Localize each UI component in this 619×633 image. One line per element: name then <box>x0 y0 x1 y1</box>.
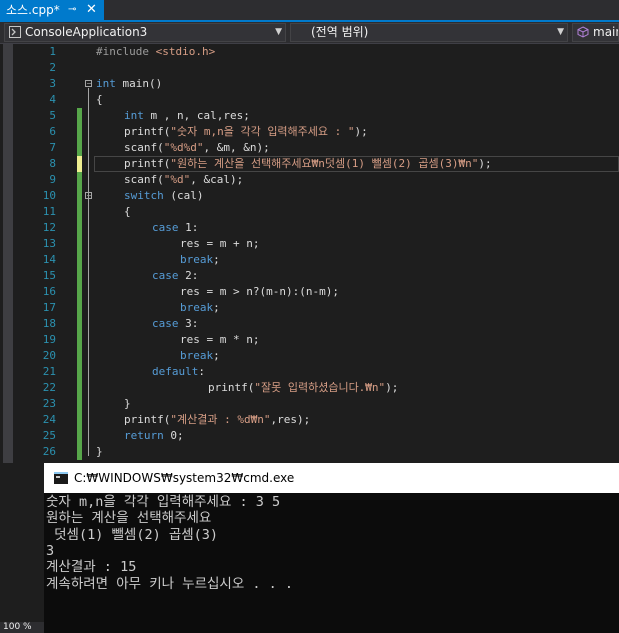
document-tab-strip: 소스.cpp* ⊸ ✕ <box>0 0 619 22</box>
line-number: 3 <box>49 77 56 90</box>
line-number: 19 <box>42 333 56 346</box>
close-icon[interactable]: ✕ <box>86 0 97 20</box>
code-line[interactable]: switch (cal) <box>124 188 204 204</box>
member-name: main <box>593 25 618 39</box>
line-number: 1 <box>49 45 56 58</box>
code-line[interactable]: break; <box>180 252 220 268</box>
code-line[interactable]: case 2: <box>152 268 198 284</box>
line-number: 6 <box>49 125 56 138</box>
code-line[interactable]: res = m > n?(m-n):(n-m); <box>180 284 339 300</box>
line-number: 20 <box>42 349 56 362</box>
console-line: 숫자 m,n을 각각 입력해주세요 : 3 5 <box>46 494 281 510</box>
code-line[interactable]: case 1: <box>152 220 198 236</box>
line-number: 17 <box>42 301 56 314</box>
scrollbar[interactable] <box>3 44 13 463</box>
line-number: 26 <box>42 445 56 458</box>
line-number: 23 <box>42 397 56 410</box>
code-line[interactable]: printf("원하는 계산을 선택해주세요₩n덧셈(1) 뺄셈(2) 곱셈(3… <box>124 156 492 172</box>
cmd-icon <box>54 472 68 484</box>
change-indicator-saved <box>77 108 82 156</box>
code-line[interactable]: printf("잘못 입력하셨습니다.₩n"); <box>208 380 398 396</box>
zoom-control[interactable]: 100 % <box>0 622 44 633</box>
line-number: 2 <box>49 61 56 74</box>
code-line[interactable]: default: <box>152 364 205 380</box>
code-line[interactable]: { <box>96 92 103 108</box>
change-indicator-saved <box>77 172 82 460</box>
project-name: ConsoleApplication3 <box>25 25 148 39</box>
code-line[interactable]: scanf("%d%d", &m, &n); <box>124 140 270 156</box>
zoom-level: 100 % <box>3 622 32 632</box>
scope-dropdown[interactable]: (전역 범위) ▼ <box>290 23 568 42</box>
console-line: 계산결과 : 15 <box>46 559 137 576</box>
navigation-bar: ConsoleApplication3 ▼ (전역 범위) ▼ main <box>0 22 619 44</box>
chevron-down-icon: ▼ <box>275 27 282 37</box>
project-icon <box>9 26 21 38</box>
line-number: 24 <box>42 413 56 426</box>
code-line[interactable]: break; <box>180 348 220 364</box>
line-number: 12 <box>42 221 56 234</box>
code-line[interactable]: res = m * n; <box>180 332 259 348</box>
line-number: 25 <box>42 429 56 442</box>
scope-name: (전역 범위) <box>311 25 369 39</box>
line-number: 14 <box>42 253 56 266</box>
line-number: 21 <box>42 365 56 378</box>
collapse-icon[interactable]: − <box>85 80 93 88</box>
line-number: 5 <box>49 109 56 122</box>
console-line: 덧셈(1) 뺄셈(2) 곱셈(3) <box>46 526 219 543</box>
code-line[interactable]: int main() <box>96 76 162 92</box>
member-dropdown[interactable]: main <box>572 23 619 42</box>
code-line[interactable]: break; <box>180 300 220 316</box>
console-line: 원하는 계산을 선택해주세요 <box>46 510 212 527</box>
line-number: 13 <box>42 237 56 250</box>
console-title: C:₩WINDOWS₩system32₩cmd.exe <box>74 471 295 485</box>
cube-icon <box>577 26 589 38</box>
line-number: 7 <box>49 141 56 154</box>
project-dropdown[interactable]: ConsoleApplication3 ▼ <box>4 23 286 42</box>
console-titlebar[interactable]: C:₩WINDOWS₩system32₩cmd.exe <box>44 463 619 493</box>
line-number: 11 <box>42 205 56 218</box>
code-line[interactable]: scanf("%d", &cal); <box>124 172 243 188</box>
code-line[interactable]: int m , n, cal,res; <box>124 108 250 124</box>
line-number: 9 <box>49 173 56 186</box>
line-number: 22 <box>42 381 56 394</box>
code-line[interactable]: } <box>124 396 131 412</box>
pin-icon[interactable]: ⊸ <box>68 0 76 20</box>
code-editor[interactable]: 1 2 3 4 5 6 7 8 9 10 11 12 13 14 15 16 17 18 19 20 21 22 23 24 2… <box>0 44 619 463</box>
console-window[interactable]: C:₩WINDOWS₩system32₩cmd.exe 숫자 m,n을 각각 입… <box>44 463 619 633</box>
line-number: 4 <box>49 93 56 106</box>
change-indicator-unsaved <box>77 156 82 172</box>
line-number: 8 <box>49 157 56 170</box>
code-line[interactable]: printf("숫자 m,n을 각각 입력해주세요 : "); <box>124 124 368 140</box>
code-line[interactable]: printf("계산결과 : %d₩n",res); <box>124 412 310 428</box>
line-number: 10 <box>42 189 56 202</box>
line-number: 18 <box>42 317 56 330</box>
code-line[interactable]: return 0; <box>124 428 184 444</box>
code-line[interactable]: res = m + n; <box>180 236 259 252</box>
file-tab[interactable]: 소스.cpp* ⊸ ✕ <box>0 0 104 20</box>
code-line[interactable]: { <box>124 204 131 220</box>
line-number: 16 <box>42 285 56 298</box>
line-number: 15 <box>42 269 56 282</box>
console-line: 3 <box>46 542 55 559</box>
code-line[interactable]: #include <stdio.h> <box>96 44 215 60</box>
code-line[interactable]: case 3: <box>152 316 198 332</box>
console-line: 계속하려면 아무 키나 누르십시오 . . . <box>46 575 294 592</box>
chevron-down-icon: ▼ <box>557 27 564 37</box>
file-tab-label: 소스.cpp* <box>6 3 60 17</box>
fold-guide <box>88 88 89 456</box>
code-line[interactable]: } <box>96 444 103 460</box>
